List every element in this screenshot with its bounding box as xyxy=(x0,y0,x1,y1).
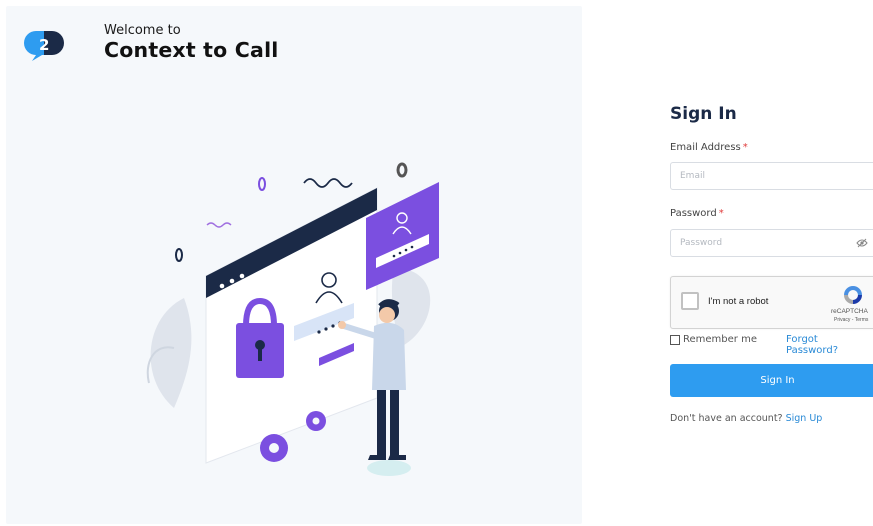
recaptcha-checkbox[interactable] xyxy=(681,292,699,310)
password-label-text: Password xyxy=(670,208,717,219)
signin-button[interactable]: Sign In xyxy=(670,364,873,397)
recaptcha-logo-icon xyxy=(844,286,862,304)
password-input[interactable] xyxy=(670,229,873,257)
app-title: Context to Call xyxy=(104,38,279,62)
required-mark: * xyxy=(742,142,748,153)
eye-off-icon[interactable] xyxy=(856,238,868,248)
signup-prompt-text: Don't have an account? xyxy=(670,413,783,424)
email-label: Email Address * xyxy=(670,142,748,153)
recaptcha-brand: reCAPTCHA xyxy=(831,308,868,315)
svg-text:2: 2 xyxy=(39,36,49,54)
email-input[interactable] xyxy=(670,162,873,190)
signup-prompt: Don't have an account? Sign Up xyxy=(670,413,822,424)
signin-title: Sign In xyxy=(670,104,737,124)
forgot-password-link[interactable]: Forgot Password? xyxy=(786,334,873,356)
signin-panel: Sign In Email Address* Password* I'm not… xyxy=(670,0,873,526)
required-mark: * xyxy=(718,208,724,219)
recaptcha-widget: I'm not a robot reCAPTCHA Privacy - Term… xyxy=(670,276,873,329)
remember-me[interactable]: Remember me xyxy=(670,334,757,345)
hero-panel: 2 Welcome to Context to Call xyxy=(6,6,582,524)
remember-label: Remember me xyxy=(683,334,757,345)
c2c-logo-icon: 2 xyxy=(24,31,64,61)
welcome-prefix: Welcome to xyxy=(104,23,181,38)
recaptcha-label: I'm not a robot xyxy=(708,296,769,307)
recaptcha-privacy-links[interactable]: Privacy - Terms xyxy=(834,317,868,323)
password-label: Password * xyxy=(670,208,724,219)
email-label-text: Email Address xyxy=(670,142,741,153)
secure-login-illustration-icon xyxy=(146,162,439,476)
signup-link[interactable]: Sign Up xyxy=(786,413,823,424)
remember-checkbox[interactable] xyxy=(670,334,680,345)
